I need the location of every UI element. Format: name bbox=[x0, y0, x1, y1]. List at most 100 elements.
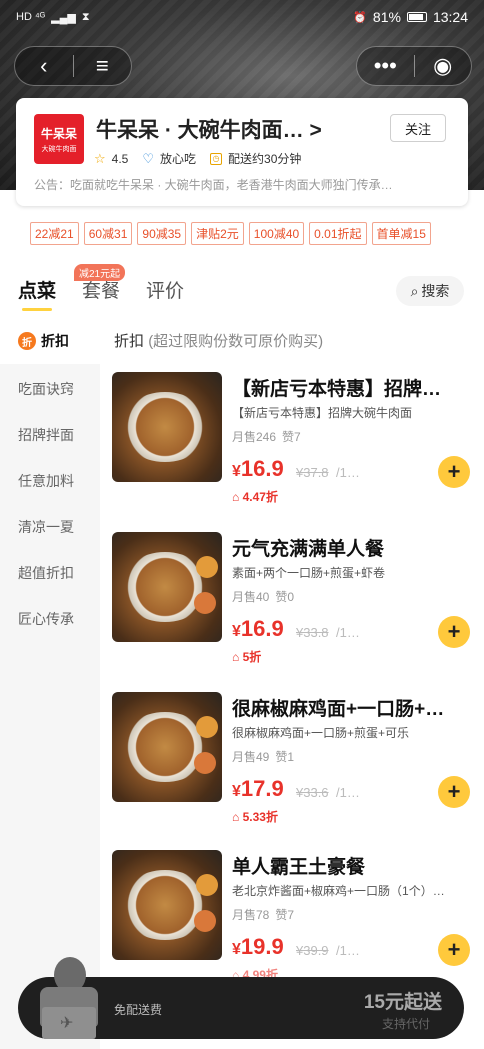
dish-desc: 素面+两个一口肠+煎蛋+虾卷 bbox=[232, 566, 386, 580]
dish-image[interactable] bbox=[112, 692, 222, 802]
like-count: 赞7 bbox=[282, 430, 301, 444]
cart-bar[interactable]: 免配送费 15元起送 支持代付 bbox=[18, 957, 464, 1039]
add-to-cart-button[interactable]: + bbox=[438, 616, 470, 648]
discount-icon: 折 bbox=[18, 332, 36, 350]
tab-review[interactable]: 评价 bbox=[146, 276, 184, 303]
discount-label: ⌂ 4.47折 bbox=[232, 488, 278, 505]
discount-value: 4.47折 bbox=[242, 490, 278, 504]
dish-price: ¥17.9 bbox=[232, 776, 284, 801]
sold-count: 月售40 bbox=[232, 590, 270, 604]
add-to-cart-button[interactable]: + bbox=[438, 776, 470, 808]
sold-count: 月售246 bbox=[232, 430, 277, 444]
shop-card: 牛呆呆 大碗牛肉面 牛呆呆 · 大碗牛肉面… > 关注 ☆ 4.5 ♡ 放心吃 … bbox=[16, 98, 468, 206]
coupon-tag[interactable]: 0.01折起 bbox=[309, 222, 367, 245]
heart-icon: ♡ bbox=[142, 150, 154, 166]
logo-text: 牛呆呆 bbox=[40, 126, 77, 141]
cart-icon[interactable] bbox=[36, 957, 102, 1039]
menu-item[interactable]: 元气充满满单人餐 素面+两个一口肠+煎蛋+虾卷 月售40 赞0 ¥16.9 ¥33… bbox=[112, 532, 472, 672]
price-value: 17.9 bbox=[240, 776, 284, 801]
dish-name: 很麻椒麻鸡面+一口肠+… bbox=[232, 699, 445, 720]
coupon-list: 22减21 60减31 90减35 津贴2元 100减40 0.01折起 首单减… bbox=[30, 222, 431, 245]
menu-icon[interactable]: ≡ bbox=[74, 46, 132, 86]
dish-image[interactable] bbox=[112, 532, 222, 642]
sidebar-item-tips[interactable]: 吃面诀窍 bbox=[0, 366, 100, 412]
coupon-tag[interactable]: 首单减15 bbox=[371, 222, 431, 245]
search-icon: ⌕ bbox=[410, 282, 419, 299]
limit-text: /1… bbox=[336, 465, 360, 480]
add-to-cart-button[interactable]: + bbox=[438, 456, 470, 488]
free-delivery-label: 免配送费 bbox=[114, 1003, 163, 1017]
section-title-text: 折扣 bbox=[114, 333, 145, 350]
sidebar-item-summer[interactable]: 清凉一夏 bbox=[0, 504, 100, 550]
pay-by-other-label: 支持代付 bbox=[381, 1017, 430, 1031]
clock-time: 13:24 bbox=[432, 9, 468, 25]
clock-icon: ◷ bbox=[210, 152, 223, 165]
battery-percent: 81% bbox=[372, 9, 401, 25]
add-to-cart-button[interactable]: + bbox=[438, 934, 470, 966]
follow-button[interactable]: 关注 bbox=[390, 114, 446, 142]
coupon-tag[interactable]: 90减35 bbox=[137, 222, 187, 245]
wifi-icon: ▂▄▆ bbox=[51, 11, 76, 24]
search-button[interactable]: ⌕ 搜索 bbox=[396, 276, 464, 306]
limit-text: /1… bbox=[336, 625, 360, 640]
dish-name: 【新店亏本特惠】招牌… bbox=[232, 379, 442, 400]
tab-order[interactable]: 点菜 bbox=[18, 276, 56, 311]
dish-image[interactable] bbox=[112, 372, 222, 482]
tab-combo[interactable]: 套餐 bbox=[82, 276, 120, 303]
dish-sales: 月售78 赞7 bbox=[232, 906, 294, 923]
dish-name: 元气充满满单人餐 bbox=[232, 539, 385, 560]
dish-image[interactable] bbox=[112, 850, 222, 960]
like-count: 赞7 bbox=[275, 908, 295, 922]
sidebar-item-value[interactable]: 超值折扣 bbox=[0, 550, 100, 596]
section-subtitle: (超过限购份数可原价购买) bbox=[148, 333, 324, 350]
menu-item[interactable]: 【新店亏本特惠】招牌… 【新店亏本特惠】招牌大碗牛肉面 月售246 赞7 ¥16.… bbox=[112, 372, 472, 512]
logo-subtext: 大碗牛肉面 bbox=[41, 145, 77, 153]
tag-icon: ⌂ bbox=[232, 650, 243, 664]
discount-label: ⌂ 5折 bbox=[232, 648, 261, 665]
sidebar-item-craft[interactable]: 匠心传承 bbox=[0, 596, 100, 642]
price-value: 19.9 bbox=[240, 934, 284, 959]
category-sidebar: 折 折扣 吃面诀窍 招牌拌面 任意加料 清凉一夏 超值折扣 匠心传承 bbox=[0, 318, 100, 1049]
shop-meta: ☆ 4.5 ♡ 放心吃 ◷ 配送约30分钟 bbox=[94, 150, 301, 167]
coupon-tag[interactable]: 60减31 bbox=[83, 222, 133, 245]
price-value: 16.9 bbox=[240, 616, 284, 641]
shop-logo[interactable]: 牛呆呆 大碗牛肉面 bbox=[34, 114, 84, 164]
limit-text: /1… bbox=[336, 943, 360, 958]
sidebar-item-addons[interactable]: 任意加料 bbox=[0, 458, 100, 504]
sidebar-item-signature[interactable]: 招牌拌面 bbox=[0, 412, 100, 458]
menu-item[interactable]: 单人霸王土豪餐 老北京炸酱面+椒麻鸡+一口肠（1个）… 月售78 赞7 ¥19.9… bbox=[112, 850, 472, 990]
min-order-label: 15元起送 bbox=[363, 992, 442, 1013]
main-tabs: 点菜 套餐 评价 bbox=[18, 276, 184, 311]
shop-notice[interactable]: 公告：吃面就吃牛呆呆 · 大碗牛肉面，老香港牛肉面大师独门传承… bbox=[34, 176, 454, 193]
shop-name[interactable]: 牛呆呆 · 大碗牛肉面… > bbox=[96, 114, 322, 144]
capsule-left: ‹ ≡ bbox=[14, 46, 132, 86]
dish-sales: 月售40 赞0 bbox=[232, 588, 294, 605]
dish-name: 单人霸王土豪餐 bbox=[232, 857, 366, 878]
tag-icon: ⌂ bbox=[232, 490, 243, 504]
dish-desc: 很麻椒麻鸡面+一口肠+煎蛋+可乐 bbox=[232, 726, 410, 740]
dish-sales: 月售246 赞7 bbox=[232, 428, 301, 445]
hourglass-icon: ⧗ bbox=[81, 10, 90, 23]
price-value: 16.9 bbox=[240, 456, 284, 481]
dish-desc: 【新店亏本特惠】招牌大碗牛肉面 bbox=[232, 406, 413, 420]
sidebar-item-discount[interactable]: 折 折扣 bbox=[0, 318, 100, 364]
delivery-time: 配送约30分钟 bbox=[228, 152, 302, 166]
battery-icon bbox=[406, 12, 427, 22]
more-icon[interactable]: ••• bbox=[357, 46, 414, 86]
dish-price: ¥16.9 bbox=[232, 456, 284, 481]
dish-desc: 老北京炸酱面+椒麻鸡+一口肠（1个）… bbox=[232, 884, 445, 898]
shop-rating: 4.5 bbox=[111, 151, 129, 166]
dish-sales: 月售49 赞1 bbox=[232, 748, 294, 765]
menu-item[interactable]: 很麻椒麻鸡面+一口肠+… 很麻椒麻鸡面+一口肠+煎蛋+可乐 月售49 赞1 ¥17… bbox=[112, 692, 472, 832]
back-icon[interactable]: ‹ bbox=[15, 46, 73, 86]
coupon-tag[interactable]: 22减21 bbox=[30, 222, 79, 245]
coupon-tag[interactable]: 津贴2元 bbox=[191, 222, 244, 245]
discount-label: ⌂ 5.33折 bbox=[232, 808, 278, 825]
status-bar: HD ⁴ᴳ ▂▄▆ ⧗ ⏰ 81% 13:24 bbox=[0, 0, 484, 34]
coupon-tag[interactable]: 100减40 bbox=[248, 222, 305, 245]
close-miniapp-icon[interactable]: ◉ bbox=[415, 46, 472, 86]
alarm-icon: ⏰ bbox=[353, 11, 367, 24]
signal-icon: HD ⁴ᴳ bbox=[16, 11, 46, 23]
sold-count: 月售78 bbox=[232, 908, 270, 922]
sidebar-item-label: 折扣 bbox=[41, 333, 69, 349]
